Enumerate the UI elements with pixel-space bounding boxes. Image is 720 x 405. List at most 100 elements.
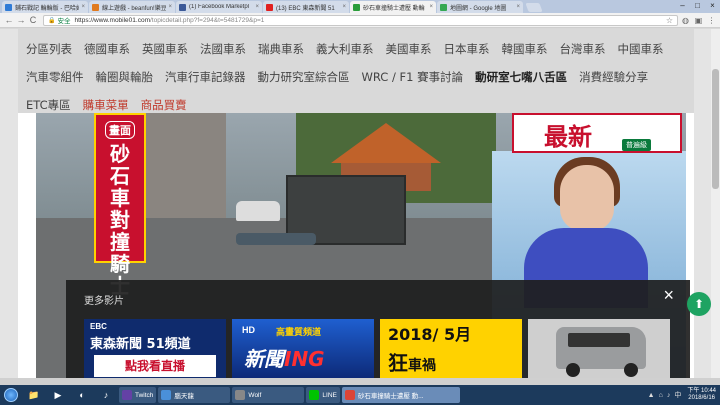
category-link[interactable]: 消費經驗分享	[579, 69, 648, 85]
taskbar-app[interactable]: LINE	[306, 387, 340, 403]
category-link[interactable]: 動力研究室綜合區	[258, 69, 350, 85]
category-link[interactable]: 英國車系	[142, 41, 188, 57]
music-icon[interactable]: ♪	[95, 387, 117, 403]
category-link[interactable]: 義大利車系	[316, 41, 374, 57]
category-link[interactable]: 汽車行車記錄器	[165, 69, 246, 85]
category-link[interactable]: 台灣車系	[560, 41, 606, 57]
category-link[interactable]: 分區列表	[26, 41, 72, 57]
browser-tab[interactable]: 鋪石戰記 輪輪版 - 巴哈姆 ×	[2, 1, 88, 13]
clock[interactable]: 下午 10:44 2018/6/16	[687, 388, 716, 402]
tab-close-icon[interactable]: ×	[81, 4, 85, 10]
page-content: 分區列表 德國車系 英國車系 法國車系 瑞典車系 義大利車系 美國車系 日本車系…	[18, 29, 694, 378]
temple-roof	[331, 123, 441, 163]
back-icon[interactable]: ←	[3, 15, 15, 25]
url-path: /topicdetail.php?f=294&t=5481729&p=1	[150, 16, 265, 24]
news-vertical-banner: 畫面 砂石車對撞騎士	[94, 113, 146, 297]
page-scrollbar[interactable]	[711, 29, 720, 378]
category-link[interactable]: 美國車系	[386, 41, 432, 57]
category-link[interactable]: ETC專區	[26, 97, 71, 113]
rating-badge: 普遍級	[622, 139, 651, 151]
system-tray: ▲ ⌂ ♪ 中 下午 10:44 2018/6/16	[646, 386, 720, 404]
reload-icon[interactable]: C	[27, 15, 39, 25]
input-method-icon[interactable]: 中	[674, 390, 681, 400]
banner-tag: 畫面	[105, 121, 135, 139]
video-thumbnail[interactable]: HD 高畫質頻道 新聞ING	[232, 319, 374, 378]
thumb-logo: EBC	[90, 322, 107, 331]
volume-icon[interactable]: ♪	[667, 392, 671, 399]
tab-close-icon[interactable]: ×	[168, 4, 172, 10]
category-link[interactable]: 購車菜單	[83, 97, 129, 113]
video-thumbnail[interactable]	[528, 319, 670, 378]
more-videos-title: 更多影片	[84, 296, 124, 307]
window-controls: – □ ×	[675, 0, 720, 12]
bookmark-star-icon[interactable]: ☆	[666, 16, 673, 25]
tab-close-icon[interactable]: ×	[429, 4, 433, 10]
clock-date: 2018/6/16	[688, 395, 715, 401]
thumb-channel: 高畫質頻道	[276, 328, 322, 338]
taskbar-app[interactable]: Twitch	[119, 387, 157, 403]
forward-icon[interactable]: →	[15, 15, 27, 25]
browser-tab[interactable]: (13) EBC 東森新聞 51 ×	[263, 1, 349, 13]
tab-favicon-icon	[440, 3, 447, 11]
tab-favicon-icon	[266, 3, 273, 11]
close-window-icon[interactable]: ×	[705, 0, 720, 12]
start-button[interactable]	[0, 386, 22, 404]
tab-label: (13) EBC 東森新聞 51	[276, 5, 335, 12]
scroll-to-top-button[interactable]: ⬆	[687, 292, 711, 316]
taskbar-app-active[interactable]: 砂石車撞騎士遭壓 動...	[341, 387, 460, 403]
browser-tab-active[interactable]: 砂石車撞騎士遭壓 動輪「萬×	[350, 1, 436, 13]
windows-logo-icon	[4, 388, 18, 402]
category-link[interactable]: 汽車零組件	[26, 69, 84, 85]
taskbar-app-label: 砂石車撞騎士遭壓 動...	[357, 393, 424, 400]
maximize-icon[interactable]: □	[690, 0, 705, 12]
tab-label: 砂石車撞騎士遭壓 動輪「萬	[363, 5, 427, 12]
video-thumbnail[interactable]: 2018/ 5月 狂車禍	[380, 319, 522, 378]
category-link[interactable]: 日本車系	[444, 41, 490, 57]
browser-tab[interactable]: 地圖網 - Google 地圖 ×	[437, 1, 523, 13]
twitch-icon	[122, 390, 132, 400]
category-link[interactable]: 瑞典車系	[258, 41, 304, 57]
category-link[interactable]: WRC / F1 賽事討論	[362, 69, 464, 85]
video-scene-building	[146, 113, 226, 223]
line-icon	[309, 390, 320, 400]
media-player-icon[interactable]: ▶	[47, 387, 69, 403]
category-link[interactable]: 輪圈與輪胎	[96, 69, 154, 85]
category-link[interactable]: 韓國車系	[502, 41, 548, 57]
category-link[interactable]: 法國車系	[200, 41, 246, 57]
van-wheel	[624, 363, 638, 377]
lock-icon: 🔒	[48, 17, 56, 24]
taskbar-app[interactable]: 腦天龍	[158, 387, 231, 403]
close-icon[interactable]: ×	[663, 286, 674, 304]
taskbar-app-label: 腦天龍	[174, 393, 194, 400]
network-icon[interactable]: ⌂	[659, 392, 663, 399]
taskbar-app-label: Wolf	[248, 391, 262, 399]
category-link[interactable]: 動研室七嘴八舌區	[475, 69, 567, 85]
category-link[interactable]: 商品買賣	[141, 97, 187, 113]
category-link[interactable]: 中國車系	[618, 41, 664, 57]
clock-time: 下午 10:44	[687, 388, 716, 394]
page-viewport: 分區列表 德國車系 英國車系 法國車系 瑞典車系 義大利車系 美國車系 日本車系…	[0, 29, 720, 378]
scrollbar-thumb[interactable]	[712, 69, 719, 189]
tab-favicon-icon	[179, 3, 186, 11]
page-bottom-band	[0, 378, 720, 385]
app-icon[interactable]: ◐	[71, 387, 93, 403]
category-link[interactable]: 德國車系	[84, 41, 130, 57]
tab-close-icon[interactable]: ×	[342, 4, 346, 10]
explorer-icon[interactable]: 📁	[23, 387, 45, 403]
browser-tab[interactable]: (1) Facebook Marketpl ×	[176, 1, 262, 13]
minimize-icon[interactable]: –	[675, 0, 690, 12]
menu-kebab-icon[interactable]: ⋮	[706, 16, 717, 25]
windows-taskbar: 📁 ▶ ◐ ♪ Twitch 腦天龍 Wolf LINE 砂石車撞騎士遭壓 動.…	[0, 385, 720, 405]
tab-close-icon[interactable]: ×	[255, 4, 259, 10]
extension-icon[interactable]: ▣	[693, 16, 704, 25]
tab-close-icon[interactable]: ×	[516, 4, 520, 10]
video-thumbnail[interactable]: EBC 東森新聞 51頻道 點我看直播	[84, 319, 226, 378]
extension-icon[interactable]: ◍	[680, 16, 691, 25]
tray-expand-icon[interactable]: ▲	[648, 392, 655, 399]
anchor-face	[560, 165, 614, 231]
new-tab-button[interactable]	[525, 3, 543, 12]
browser-tab[interactable]: 線上遊戲 - beanfun!樂豆 ×	[89, 1, 175, 13]
taskbar-app[interactable]: Wolf	[232, 387, 305, 403]
address-bar[interactable]: 🔒 安全 https://www.mobile01.com /topicdeta…	[43, 14, 678, 26]
van-window	[568, 333, 630, 347]
